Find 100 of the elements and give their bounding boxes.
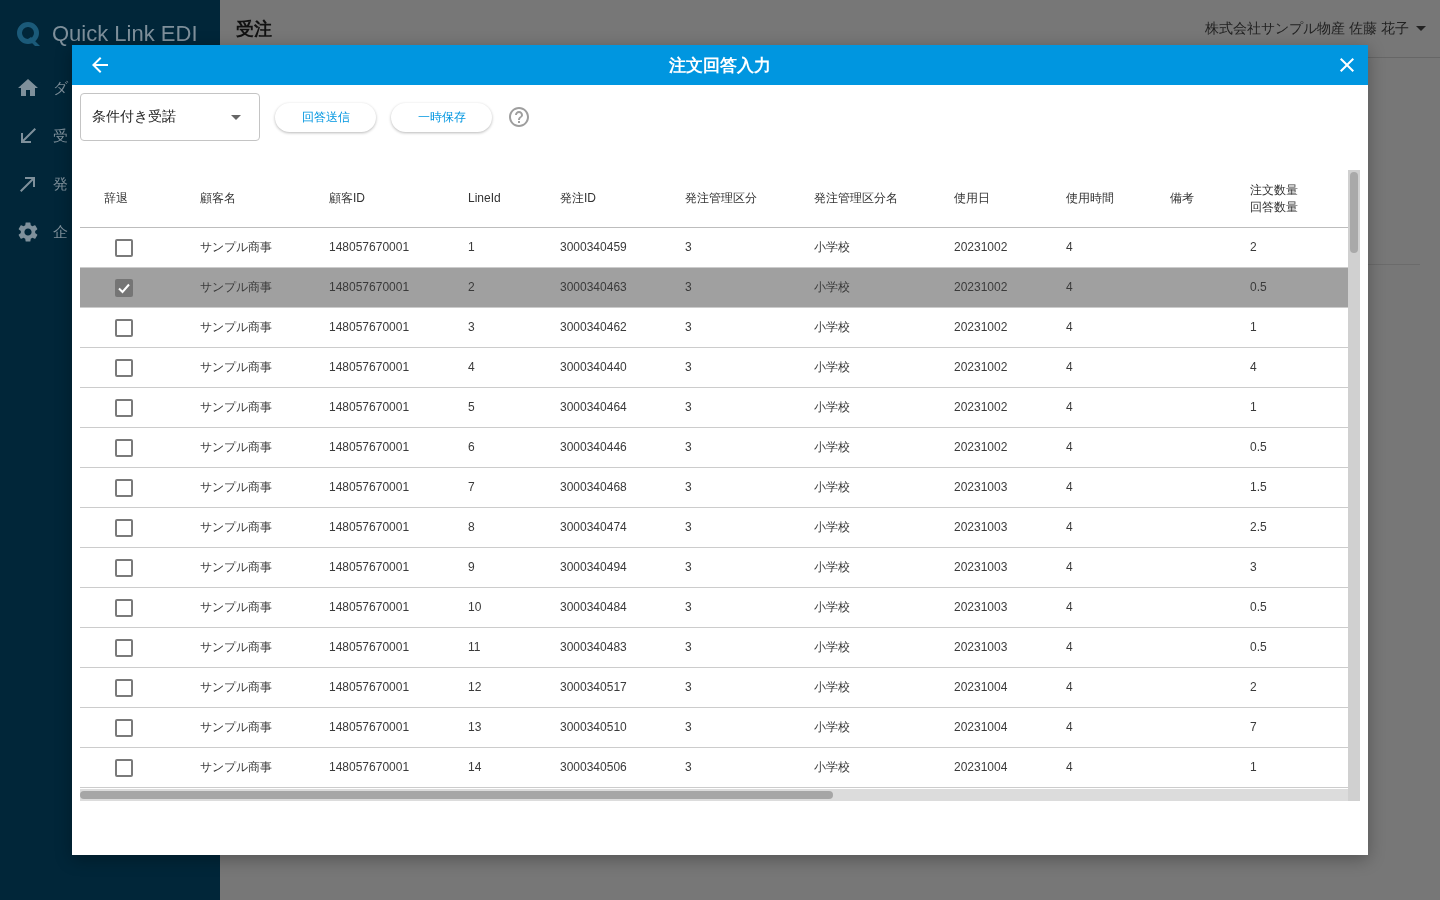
table-row[interactable]: サンプル商事 148057670001 2 3000340463 3 小学校 20231002 4 0.5 — [80, 268, 1348, 308]
table-cell-text: 3 — [684, 399, 693, 416]
table-cell-text: サンプル商事 — [199, 439, 273, 456]
table-cell-text: 148057670001 — [328, 559, 411, 576]
table-cell-text: 3000340517 — [559, 679, 628, 696]
table-cell-text: サンプル商事 — [199, 719, 273, 736]
table-cell-text: 4 — [1065, 639, 1074, 656]
nav-item[interactable]: 発 — [16, 160, 68, 208]
table-cell-text: 148057670001 — [328, 759, 411, 776]
table-cell-text: 12 — [467, 679, 483, 696]
table-cell-text: 4 — [1065, 279, 1074, 296]
column-header: 注文数量 — [1250, 181, 1298, 199]
table-cell-text: 148057670001 — [328, 319, 411, 336]
table-cell-text: 4 — [1065, 439, 1074, 456]
table-cell-text: 4 — [1065, 239, 1074, 256]
table-cell-text: 3 — [684, 599, 693, 616]
column-header: 発注管理区分 — [685, 190, 757, 207]
table-cell-text: 1 — [1249, 399, 1258, 416]
checkbox[interactable] — [115, 718, 133, 737]
checkbox[interactable] — [115, 478, 133, 497]
table-cell-text: 20231003 — [953, 639, 1009, 656]
caret-down-icon — [231, 114, 241, 120]
table-cell-text: 5 — [467, 399, 476, 416]
checkbox[interactable] — [115, 678, 133, 697]
checkbox[interactable] — [115, 598, 133, 617]
table-cell-text: 7 — [467, 479, 476, 496]
checkbox[interactable] — [115, 758, 133, 777]
column-header: 発注管理区分名 — [814, 190, 898, 207]
table-cell-text: 小学校 — [813, 639, 851, 656]
table-cell-text: 20231002 — [953, 439, 1009, 456]
nav-item[interactable]: 受 — [16, 112, 68, 160]
table-cell-text: 4 — [1065, 719, 1074, 736]
table-cell-text: 4 — [1065, 599, 1074, 616]
user-menu[interactable]: 株式会社サンプル物産 佐藤 花子 — [1205, 19, 1426, 38]
table-cell-text: 0.5 — [1249, 279, 1268, 296]
scrollbar-thumb[interactable] — [80, 791, 833, 799]
scrollbar-thumb[interactable] — [1350, 172, 1358, 253]
logo-text: Quick Link EDI — [52, 21, 198, 47]
nav-item[interactable]: ダ — [16, 64, 68, 112]
column-header: 辞退 — [104, 190, 128, 207]
table-cell-text: 3000340484 — [559, 599, 628, 616]
table-cell-text: 小学校 — [813, 319, 851, 336]
checkbox[interactable] — [115, 278, 133, 297]
table-cell-text: 小学校 — [813, 359, 851, 376]
help-icon[interactable] — [507, 105, 531, 129]
table-cell-text: 7 — [1249, 719, 1258, 736]
table-cell-text: 4 — [1065, 519, 1074, 536]
table-cell-text: 4 — [1065, 479, 1074, 496]
table-cell-text: 20231002 — [953, 399, 1009, 416]
checkbox[interactable] — [115, 638, 133, 657]
table-cell-text: 3000340446 — [559, 439, 628, 456]
table-cell-text: 148057670001 — [328, 719, 411, 736]
table-cell-text: 1 — [1249, 319, 1258, 336]
table-cell-text: 3 — [684, 319, 693, 336]
table-cell-text: 小学校 — [813, 719, 851, 736]
checkbox[interactable] — [115, 358, 133, 377]
table-cell-text: 4 — [1065, 359, 1074, 376]
checkbox[interactable] — [115, 398, 133, 417]
table-cell-text: 3 — [1249, 559, 1258, 576]
table-cell-text: 4 — [1065, 679, 1074, 696]
checkbox[interactable] — [115, 238, 133, 257]
table-cell-text: サンプル商事 — [199, 679, 273, 696]
table-cell-text: 20231004 — [953, 719, 1009, 736]
table-cell-text: サンプル商事 — [199, 239, 273, 256]
table-cell-text: 11 — [467, 639, 482, 656]
table-cell-text: 2 — [1249, 239, 1258, 256]
column-header: 使用時間 — [1066, 190, 1114, 207]
table-cell-text: 3 — [684, 519, 693, 536]
table-cell-text: 3000340483 — [559, 639, 628, 656]
checkbox[interactable] — [115, 318, 133, 337]
table-cell-text: 3 — [684, 359, 693, 376]
table-cell-text: 148057670001 — [328, 599, 411, 616]
table-cell-text: 小学校 — [813, 439, 851, 456]
table-cell-text: 3 — [684, 439, 693, 456]
table-cell-text: 148057670001 — [328, 359, 411, 376]
dialog-title: 注文回答入力 — [668, 54, 772, 77]
checkbox[interactable] — [115, 438, 133, 457]
table-cell-text: 4 — [1065, 759, 1074, 776]
table-cell-text: 小学校 — [813, 599, 851, 616]
table-cell-text: 148057670001 — [328, 479, 411, 496]
table-cell-text: 3 — [684, 239, 693, 256]
table-cell-text: サンプル商事 — [199, 519, 273, 536]
table-cell-text: 小学校 — [813, 759, 851, 776]
table-cell-text: サンプル商事 — [199, 479, 273, 496]
checkbox[interactable] — [115, 558, 133, 577]
table-cell-text: 148057670001 — [328, 399, 411, 416]
nav-item[interactable]: 企 — [16, 208, 68, 256]
checkbox[interactable] — [115, 518, 133, 537]
table-cell-text: 3000340440 — [559, 359, 628, 376]
table-cell-text: 8 — [467, 519, 476, 536]
column-header: 顧客名 — [200, 190, 236, 207]
column-header: 回答数量 — [1250, 198, 1298, 216]
table-cell-text: サンプル商事 — [199, 319, 273, 336]
table-cell-text: 0.5 — [1249, 639, 1268, 656]
page-title: 受注 — [236, 17, 272, 41]
table-cell-text: 3000340464 — [559, 399, 628, 416]
response-select[interactable]: 条件付き受諾 — [80, 93, 260, 141]
table-cell-text: 3 — [684, 679, 693, 696]
table-cell-text: 9 — [467, 559, 476, 576]
table-cell-text: サンプル商事 — [199, 279, 273, 296]
